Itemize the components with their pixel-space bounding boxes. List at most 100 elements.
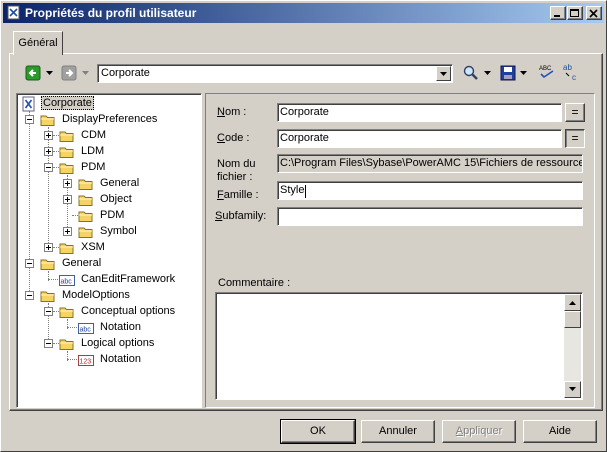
tree-line bbox=[48, 127, 49, 247]
find-icon[interactable] bbox=[463, 65, 479, 81]
back-icon[interactable] bbox=[25, 65, 41, 81]
name-label: Nom : bbox=[217, 106, 247, 118]
tree-item-label: PDM bbox=[81, 161, 106, 173]
tree-item-label: General bbox=[100, 177, 140, 189]
object-combo-value: Corporate bbox=[101, 67, 150, 79]
comment-scrollbar[interactable] bbox=[564, 294, 581, 398]
back-dropdown-icon[interactable] bbox=[46, 71, 53, 75]
name-field-value: Corporate bbox=[280, 106, 329, 118]
code-sync-button[interactable]: = bbox=[565, 129, 585, 148]
spell-abc-text: ABC bbox=[539, 66, 552, 72]
object-combo[interactable]: Corporate bbox=[97, 64, 453, 83]
scroll-up-button[interactable] bbox=[564, 294, 581, 311]
expand-icon[interactable] bbox=[44, 131, 53, 140]
folder-icon bbox=[40, 259, 55, 270]
subfamily-label: Subfamily: bbox=[215, 210, 267, 222]
tree-item-label: Logical options bbox=[81, 337, 155, 349]
tree-item-label: Notation bbox=[100, 353, 141, 365]
file-path-field[interactable]: C:\Program Files\Sybase\PowerAMC 15\Fich… bbox=[277, 154, 583, 173]
expand-icon[interactable] bbox=[63, 195, 72, 204]
profile-icon bbox=[22, 96, 35, 112]
file-path-value: C:\Program Files\Sybase\PowerAMC 15\Fich… bbox=[280, 157, 583, 169]
folder-icon bbox=[59, 339, 74, 350]
chevron-down-icon bbox=[440, 72, 447, 76]
forward-icon bbox=[61, 65, 77, 81]
collapse-icon[interactable] bbox=[44, 163, 53, 172]
help-button-label: Aide bbox=[548, 425, 572, 437]
subfamily-field[interactable] bbox=[277, 207, 583, 226]
find-dropdown-icon[interactable] bbox=[484, 71, 491, 75]
minimize-button[interactable] bbox=[550, 6, 566, 20]
code-label: Code : bbox=[217, 132, 250, 144]
num-glyph: 123 bbox=[80, 359, 92, 366]
scroll-thumb[interactable] bbox=[564, 311, 581, 328]
combo-dropdown-button[interactable] bbox=[436, 66, 451, 81]
code-field-value: Corporate bbox=[280, 132, 329, 144]
maximize-icon bbox=[570, 9, 579, 17]
replace-ab-text: ab bbox=[563, 63, 572, 72]
text-caret bbox=[305, 185, 306, 198]
equals-icon: = bbox=[571, 105, 579, 119]
tree-item-label: XSM bbox=[81, 241, 105, 253]
string-value-icon: abc bbox=[59, 275, 75, 286]
minimize-icon bbox=[554, 15, 560, 17]
replace-icon[interactable]: ab c bbox=[561, 62, 581, 82]
file-label-line1: Nom du bbox=[217, 158, 256, 170]
save-dropdown-icon[interactable] bbox=[520, 71, 527, 75]
tree-item-label: DisplayPreferences bbox=[62, 113, 158, 125]
expand-icon[interactable] bbox=[44, 243, 53, 252]
tab-general[interactable]: Général bbox=[13, 31, 63, 55]
save-icon[interactable] bbox=[500, 65, 516, 81]
name-sync-button[interactable]: = bbox=[565, 103, 585, 122]
folder-icon bbox=[78, 195, 93, 206]
name-field[interactable]: Corporate bbox=[277, 103, 562, 122]
expand-icon[interactable] bbox=[44, 147, 53, 156]
collapse-icon[interactable] bbox=[25, 259, 34, 268]
tab-general-label: Général bbox=[18, 37, 58, 49]
code-field[interactable]: Corporate bbox=[277, 129, 562, 148]
tree-item-label: CDM bbox=[81, 129, 107, 141]
folder-icon bbox=[40, 291, 55, 302]
scroll-down-icon bbox=[569, 387, 576, 391]
tree-item-label: Notation bbox=[100, 321, 141, 333]
profile-tree[interactable]: Corporate DisplayPreferences CDM LDM PDM bbox=[16, 93, 202, 408]
cancel-button-label: Annuler bbox=[379, 425, 417, 437]
maximize-button[interactable] bbox=[567, 6, 583, 20]
scroll-down-button[interactable] bbox=[564, 381, 581, 398]
family-field[interactable]: Style bbox=[277, 181, 583, 200]
apply-button-label: Appliquer bbox=[455, 425, 503, 437]
tree-item-label: CanEditFramework bbox=[81, 273, 176, 285]
expand-icon[interactable] bbox=[63, 227, 72, 236]
scroll-up-icon bbox=[569, 301, 576, 305]
comment-label: Commentaire : bbox=[218, 277, 291, 289]
close-icon bbox=[589, 9, 598, 18]
close-button[interactable] bbox=[586, 6, 602, 20]
collapse-icon[interactable] bbox=[44, 339, 53, 348]
help-button[interactable]: Aide bbox=[523, 420, 597, 443]
cancel-button[interactable]: Annuler bbox=[361, 420, 435, 443]
folder-icon bbox=[78, 227, 93, 238]
ok-button[interactable]: OK bbox=[280, 419, 356, 444]
replace-c-text: c bbox=[572, 73, 576, 82]
title-bar[interactable]: Propriétés du profil utilisateur bbox=[3, 3, 604, 23]
tree-item-label: Conceptual options bbox=[81, 305, 176, 317]
family-field-value: Style bbox=[280, 184, 305, 196]
collapse-icon[interactable] bbox=[25, 291, 34, 300]
abc-glyph: abc bbox=[80, 327, 92, 334]
window-title: Propriétés du profil utilisateur bbox=[25, 6, 197, 20]
collapse-icon[interactable] bbox=[44, 307, 53, 316]
ok-button-label: OK bbox=[310, 425, 326, 437]
folder-icon bbox=[59, 163, 74, 174]
tree-item-label: Object bbox=[100, 193, 132, 205]
expand-icon[interactable] bbox=[63, 179, 72, 188]
tree-line bbox=[67, 327, 77, 328]
collapse-icon[interactable] bbox=[25, 115, 34, 124]
tree-item-label: LDM bbox=[81, 145, 105, 157]
tree-item-label: Corporate bbox=[41, 96, 94, 110]
properties-dialog: Propriétés du profil utilisateur Général… bbox=[0, 0, 607, 452]
apply-button[interactable]: Appliquer bbox=[442, 420, 516, 443]
tree-item-label: Symbol bbox=[100, 225, 137, 237]
spellcheck-icon[interactable]: ABC bbox=[538, 63, 556, 81]
comment-textarea[interactable] bbox=[215, 292, 583, 400]
folder-icon bbox=[59, 307, 74, 318]
